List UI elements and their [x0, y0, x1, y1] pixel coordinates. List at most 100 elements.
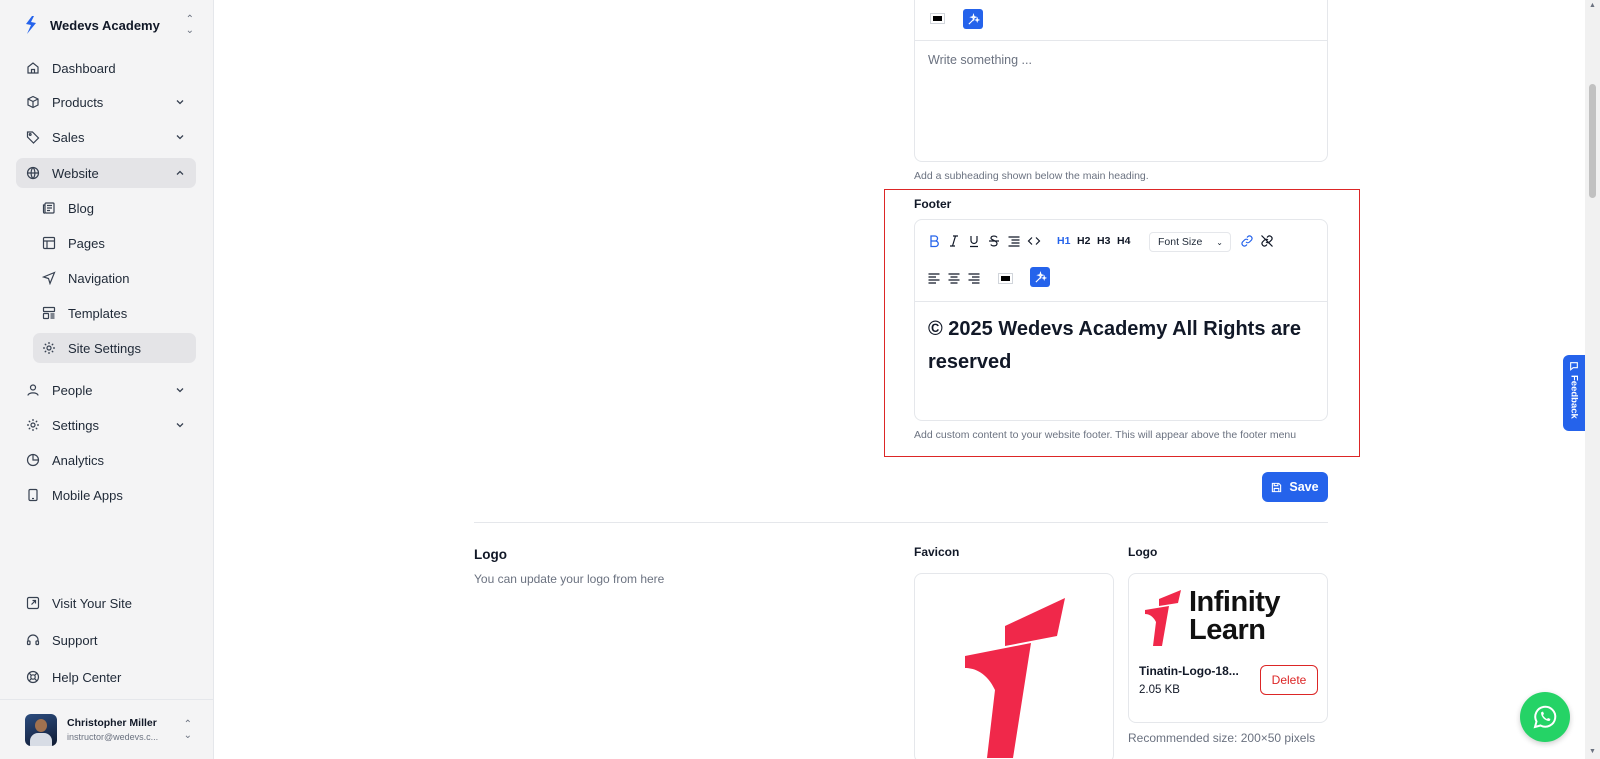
sidebar-item-label: Navigation: [68, 270, 130, 286]
workspace-switcher[interactable]: Wedevs Academy ⌃ ⌄: [24, 14, 194, 36]
user-menu[interactable]: Christopher Miller instructor@wedevs.c..…: [0, 699, 214, 759]
subheading-toolbar: [915, 0, 1327, 41]
code-icon[interactable]: [1027, 233, 1041, 249]
delete-logo-button[interactable]: Delete: [1260, 665, 1318, 695]
sidebar-item-label: People: [52, 382, 93, 398]
logo-file-name: Tinatin-Logo-18...: [1139, 664, 1239, 678]
heading-2-button[interactable]: H2: [1077, 233, 1090, 249]
sparkle-icon: [967, 12, 980, 25]
sidebar-item-site-settings[interactable]: Site Settings: [33, 333, 196, 363]
text-color-swatch[interactable]: [930, 13, 945, 24]
chevron-down-icon: ⌄: [1216, 237, 1223, 247]
sidebar: Wedevs Academy ⌃ ⌄ Dashboard Products Sal…: [0, 0, 214, 759]
sidebar-item-website[interactable]: Website: [16, 158, 196, 188]
logo-label: Logo: [1128, 545, 1158, 559]
sidebar-item-products[interactable]: Products: [16, 87, 196, 117]
italic-icon[interactable]: [947, 233, 961, 249]
logo-mark-image: [1145, 590, 1181, 646]
workspace-name: Wedevs Academy: [50, 17, 160, 33]
text-color-swatch[interactable]: [998, 273, 1013, 284]
sidebar-item-label: Website: [52, 165, 99, 181]
sidebar-item-templates[interactable]: Templates: [33, 298, 196, 328]
footer-toolbar: H1 H2 H3 H4 Font Size ⌄: [915, 220, 1327, 302]
heading-4-button[interactable]: H4: [1117, 233, 1130, 249]
scrollbar-thumb[interactable]: [1589, 84, 1596, 198]
scroll-up-arrow-icon[interactable]: ▲: [1589, 2, 1596, 9]
sidebar-item-mobile-apps[interactable]: Mobile Apps: [16, 480, 196, 510]
ai-magic-button[interactable]: [963, 9, 983, 29]
globe-icon: [26, 166, 40, 180]
vertical-scrollbar[interactable]: ▲ ▼: [1585, 0, 1600, 759]
whatsapp-chat-button[interactable]: [1520, 692, 1570, 742]
chevron-up-down-icon: ⌃ ⌄: [183, 718, 192, 741]
sidebar-item-label: Mobile Apps: [52, 487, 123, 503]
sidebar-item-people[interactable]: People: [16, 375, 196, 405]
avatar: [25, 713, 57, 746]
lifebuoy-icon: [26, 670, 40, 684]
sidebar-item-pages[interactable]: Pages: [33, 228, 196, 258]
navigation-arrow-icon: [42, 271, 56, 285]
favicon-image: [965, 598, 1065, 758]
chevron-up-down-icon: ⌃ ⌄: [185, 14, 194, 36]
sidebar-item-settings[interactable]: Settings: [16, 410, 196, 440]
sidebar-item-blog[interactable]: Blog: [33, 193, 196, 223]
template-icon: [42, 306, 56, 320]
headset-icon: [26, 633, 40, 647]
align-right-icon[interactable]: [967, 270, 981, 286]
align-left-icon[interactable]: [927, 270, 941, 286]
save-button[interactable]: Save: [1262, 472, 1328, 502]
ai-magic-button[interactable]: [1030, 267, 1050, 287]
external-link-icon: [26, 596, 40, 610]
heading-1-button[interactable]: H1: [1057, 233, 1070, 249]
layout-icon: [42, 236, 56, 250]
underline-icon[interactable]: [967, 233, 981, 249]
bold-icon[interactable]: [927, 233, 941, 249]
subheading-help-text: Add a subheading shown below the main he…: [914, 170, 1149, 182]
favicon-upload-card[interactable]: [914, 573, 1114, 759]
chevron-up-icon: [174, 167, 186, 179]
align-center-icon[interactable]: [947, 270, 961, 286]
footer-label: Footer: [914, 197, 952, 211]
logo-section-title: Logo: [474, 547, 507, 562]
save-icon: [1272, 482, 1282, 492]
footer-help-text: Add custom content to your website foote…: [914, 429, 1297, 441]
strikethrough-icon[interactable]: [987, 233, 1001, 249]
list-icon[interactable]: [1007, 233, 1021, 249]
font-size-select[interactable]: Font Size ⌄: [1149, 232, 1231, 252]
footer-content-input[interactable]: © 2025 Wedevs Academy All Rights are res…: [928, 313, 1318, 379]
sidebar-item-label: Dashboard: [52, 60, 116, 76]
logo-file-size: 2.05 KB: [1139, 684, 1180, 696]
tag-icon: [26, 130, 40, 144]
sidebar-item-analytics[interactable]: Analytics: [16, 445, 196, 475]
sidebar-item-label: Sales: [52, 129, 85, 145]
user-name: Christopher Miller: [67, 717, 157, 729]
user-email: instructor@wedevs.c...: [67, 732, 159, 742]
brand-logo-icon: [26, 16, 36, 34]
sidebar-item-label: Visit Your Site: [52, 595, 132, 611]
sidebar-item-help-center[interactable]: Help Center: [16, 662, 196, 692]
whatsapp-icon: [1533, 705, 1557, 729]
settings-icon: [26, 418, 40, 432]
unlink-icon[interactable]: [1260, 233, 1274, 249]
sidebar-item-sales[interactable]: Sales: [16, 122, 196, 152]
mobile-icon: [26, 488, 40, 502]
save-label: Save: [1289, 480, 1319, 494]
chevron-down-icon: [174, 419, 186, 431]
favicon-label: Favicon: [914, 545, 960, 559]
sidebar-item-label: Support: [52, 632, 98, 648]
sidebar-item-visit-site[interactable]: Visit Your Site: [16, 588, 196, 618]
sidebar-item-navigation[interactable]: Navigation: [33, 263, 196, 293]
feedback-tab[interactable]: Feedback: [1563, 355, 1585, 431]
home-icon: [26, 61, 40, 75]
feedback-label: Feedback: [1568, 375, 1580, 419]
sidebar-item-label: Products: [52, 94, 104, 110]
sidebar-item-support[interactable]: Support: [16, 625, 196, 655]
link-icon[interactable]: [1240, 233, 1254, 249]
scroll-down-arrow-icon[interactable]: ▼: [1589, 748, 1596, 755]
heading-3-button[interactable]: H3: [1097, 233, 1110, 249]
user-icon: [26, 383, 40, 397]
subheading-editor: Write something ...: [914, 0, 1328, 162]
sidebar-item-dashboard[interactable]: Dashboard: [16, 53, 196, 83]
subheading-input[interactable]: Write something ...: [928, 53, 1032, 67]
message-icon: [1570, 362, 1578, 371]
